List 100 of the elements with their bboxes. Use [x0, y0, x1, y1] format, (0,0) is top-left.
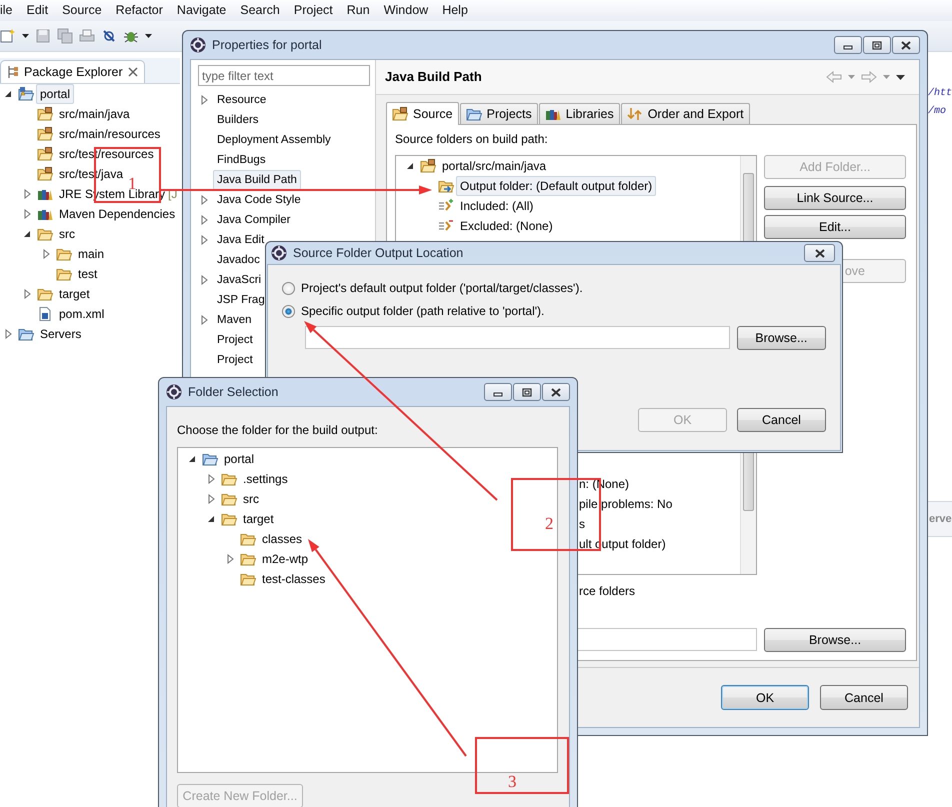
tree-item[interactable]: Deployment Assembly: [213, 130, 335, 150]
save-icon[interactable]: [35, 28, 51, 44]
collapse-icon[interactable]: [406, 162, 414, 170]
tree-item[interactable]: portal/src/main/java: [438, 156, 550, 176]
tree-item[interactable]: Java Build Path: [213, 170, 301, 190]
close-button[interactable]: [542, 383, 570, 401]
close-button[interactable]: [804, 244, 835, 262]
tree-item[interactable]: JSP Frag: [213, 290, 269, 310]
menu-item[interactable]: Refactor: [108, 0, 170, 21]
expand-icon[interactable]: [200, 275, 208, 285]
minimize-button[interactable]: [834, 36, 862, 54]
close-icon[interactable]: [128, 67, 138, 77]
expand-icon[interactable]: [200, 235, 208, 245]
tab[interactable]: Order and Export: [620, 103, 750, 124]
tree-item[interactable]: Maven Dependencies: [55, 204, 180, 224]
expand-icon[interactable]: [200, 95, 208, 105]
tree-item[interactable]: test-classes: [258, 569, 330, 589]
expand-icon[interactable]: [208, 474, 214, 484]
tree-item[interactable]: m2e-wtp: [258, 549, 312, 569]
expand-icon[interactable]: [226, 554, 234, 564]
collapse-icon[interactable]: [207, 515, 215, 523]
cancel-button[interactable]: Cancel: [737, 408, 826, 432]
filter-field[interactable]: type filter text: [198, 65, 370, 86]
save-all-icon[interactable]: [57, 28, 73, 44]
ok-button[interactable]: OK: [721, 685, 809, 710]
expand-icon[interactable]: [200, 195, 208, 205]
tree-item[interactable]: target: [239, 509, 278, 529]
tree-item[interactable]: Project: [213, 330, 257, 350]
expand-icon[interactable]: [208, 494, 214, 504]
caret-icon[interactable]: [145, 34, 152, 38]
expand-icon[interactable]: [200, 215, 208, 225]
tree-item[interactable]: Java Compiler: [213, 210, 294, 230]
collapse-icon[interactable]: [4, 90, 12, 98]
tree-item[interactable]: Resource: [213, 90, 270, 110]
browse-button[interactable]: Browse...: [764, 628, 906, 652]
menu-item[interactable]: Window: [376, 0, 436, 21]
tree-item[interactable]: target: [55, 284, 94, 304]
close-button[interactable]: [892, 36, 920, 54]
collapse-icon[interactable]: [23, 230, 31, 238]
menu-item[interactable]: Search: [233, 0, 287, 21]
tree-item[interactable]: portal: [220, 449, 258, 469]
tree-item[interactable]: src/main/resources: [55, 124, 164, 144]
menu-item[interactable]: Navigate: [170, 0, 234, 21]
expand-icon[interactable]: [42, 249, 50, 259]
tab[interactable]: Libraries: [538, 103, 620, 124]
browse-button[interactable]: Browse...: [736, 326, 826, 350]
tree-item[interactable]: Included: (All): [456, 196, 538, 216]
caret-icon[interactable]: [22, 34, 29, 38]
text-field[interactable]: [305, 326, 730, 349]
folder-icon: [18, 326, 34, 342]
tree-item[interactable]: Output folder: (Default output folder): [456, 176, 656, 196]
tree-item[interactable]: Javadoc: [213, 250, 264, 270]
tree-item[interactable]: classes: [258, 529, 306, 549]
view-tab[interactable]: Package Explorer: [0, 60, 145, 83]
tree-item[interactable]: src: [239, 489, 263, 509]
tree-item[interactable]: pile problems: No: [575, 494, 676, 514]
expand-icon[interactable]: [4, 329, 12, 339]
menu-item[interactable]: Help: [435, 0, 475, 21]
expand-icon[interactable]: [24, 209, 30, 219]
tree-item[interactable]: test: [74, 264, 102, 284]
tree-item[interactable]: Java Edit: [213, 230, 268, 250]
minimize-button[interactable]: [484, 383, 512, 401]
cancel-button[interactable]: Cancel: [820, 685, 908, 710]
tree-item[interactable]: JavaScri: [213, 270, 266, 290]
collapse-icon[interactable]: [188, 455, 196, 463]
tree-item[interactable]: src/main/java: [55, 104, 134, 124]
view-menu-icon[interactable]: [896, 74, 905, 80]
tree-item[interactable]: src: [55, 224, 79, 244]
package-folder-icon: [392, 106, 408, 122]
expand-icon[interactable]: [24, 289, 30, 299]
tree-item[interactable]: .settings: [239, 469, 292, 489]
tree-item[interactable]: Excluded: (None): [456, 216, 557, 236]
tree-item[interactable]: main: [74, 244, 108, 264]
expand-icon[interactable]: [24, 189, 30, 199]
tree-item[interactable]: portal: [36, 84, 74, 104]
side-button[interactable]: Link Source...: [764, 186, 906, 210]
new-file-icon[interactable]: [0, 28, 16, 44]
menu-item[interactable]: Project: [286, 0, 340, 21]
tree-item[interactable]: Project: [213, 350, 257, 370]
tab[interactable]: Source: [386, 102, 459, 125]
tab[interactable]: Projects: [460, 103, 538, 124]
menu-item[interactable]: Run: [340, 0, 377, 21]
radio-option[interactable]: Project's default output folder ('portal/target/classes').: [282, 280, 826, 296]
tree-item[interactable]: pom.xml: [55, 304, 108, 324]
tree-item[interactable]: Servers: [36, 324, 86, 344]
menu-item[interactable]: ile: [0, 0, 20, 21]
side-button[interactable]: Edit...: [764, 215, 906, 239]
tree-item[interactable]: Java Code Style: [213, 190, 305, 210]
menu-item[interactable]: Edit: [20, 0, 56, 21]
maximize-button[interactable]: [863, 36, 891, 54]
tree-item[interactable]: FindBugs: [213, 150, 270, 170]
tree-item[interactable]: Maven: [213, 310, 256, 330]
radio-option[interactable]: Specific output folder (path relative to 'portal').: [282, 303, 826, 319]
print-icon[interactable]: [79, 28, 95, 44]
expand-icon[interactable]: [200, 315, 208, 325]
tree-item[interactable]: s: [575, 514, 589, 534]
maximize-button[interactable]: [513, 383, 541, 401]
tree-item[interactable]: Builders: [213, 110, 263, 130]
menu-item[interactable]: Source: [55, 0, 109, 21]
toggle-icon[interactable]: [101, 28, 117, 44]
